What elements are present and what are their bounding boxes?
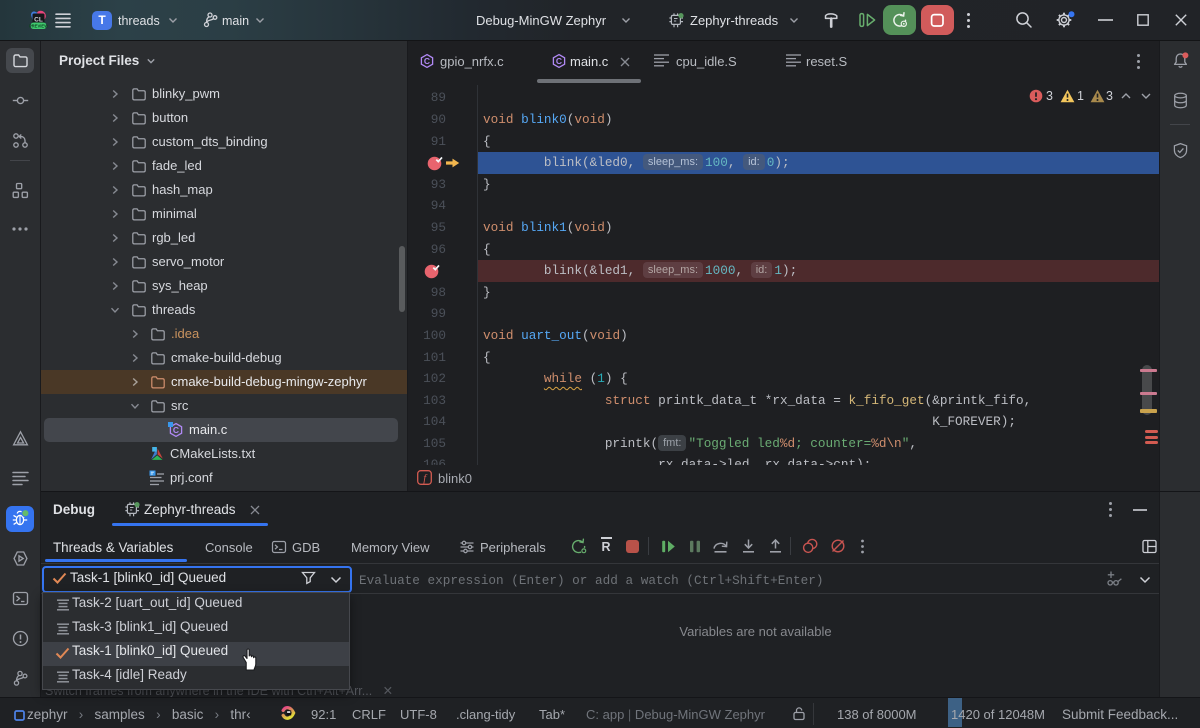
svg-text:PREVIEW: PREVIEW [29,24,48,29]
svg-text:CL: CL [34,17,43,24]
svg-text:C: C [173,425,179,435]
svg-text:C: C [424,56,430,66]
svg-text:C: C [556,56,562,66]
svg-text:f: f [423,473,428,484]
